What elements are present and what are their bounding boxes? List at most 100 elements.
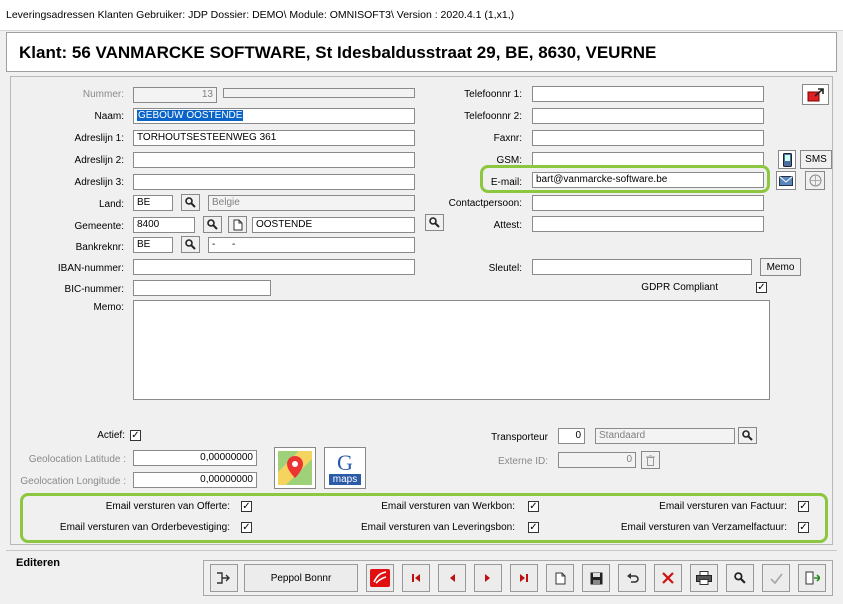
- land-search-button[interactable]: [181, 194, 200, 211]
- trash-icon: [646, 454, 655, 466]
- new-document-icon: [555, 572, 565, 584]
- gemeente-name-field[interactable]: OOSTENDE: [252, 217, 415, 233]
- gemeente-search-button[interactable]: [203, 216, 222, 233]
- last-record-button[interactable]: [510, 564, 538, 592]
- delete-button[interactable]: [654, 564, 682, 592]
- iban-label: IBAN-nummer:: [57, 263, 124, 274]
- naam-field[interactable]: GEBOUW OOSTENDE: [133, 108, 415, 124]
- google-maps-icon: [278, 451, 312, 485]
- first-record-button[interactable]: [402, 564, 430, 592]
- actief-checkbox[interactable]: ✓: [130, 430, 141, 441]
- search-icon: [742, 430, 753, 441]
- contactpersoon-field[interactable]: [532, 195, 764, 211]
- phone-button[interactable]: [778, 150, 796, 169]
- nummer-field: 13: [133, 87, 217, 103]
- contactpersoon-label: Contactpersoon:: [448, 198, 522, 209]
- naam-value: GEBOUW OOSTENDE: [137, 110, 244, 121]
- save-button[interactable]: [582, 564, 610, 592]
- next-icon: [485, 574, 490, 582]
- transporteur-name-field: Standaard: [595, 428, 735, 444]
- last-record-icon: [520, 574, 528, 582]
- search-button[interactable]: [726, 564, 754, 592]
- naam-label: Naam:: [94, 111, 124, 122]
- previous-record-button[interactable]: [438, 564, 466, 592]
- new-record-button[interactable]: [546, 564, 574, 592]
- email-factuur-checkbox[interactable]: ✓: [798, 501, 809, 512]
- bankreknr-field[interactable]: - -: [208, 237, 415, 253]
- window-title: Leveringsadressen Klanten Gebruiker: JDP…: [6, 9, 515, 21]
- transporteur-label: Transporteur: [491, 432, 548, 443]
- email-highlight-frame: [480, 165, 770, 193]
- print-button[interactable]: [690, 564, 718, 592]
- transporteur-search-button[interactable]: [738, 427, 757, 444]
- customer-header: Klant: 56 VANMARCKE SOFTWARE, St Idesbal…: [6, 32, 837, 72]
- geo-lon-label: Geolocation Longitude :: [20, 476, 126, 487]
- telefoon1-field[interactable]: [532, 86, 764, 102]
- email-werkbon-checkbox[interactable]: ✓: [528, 501, 539, 512]
- window-titlebar: Leveringsadressen Klanten Gebruiker: JDP…: [0, 0, 843, 31]
- gmaps-button[interactable]: G maps: [324, 447, 366, 489]
- email-werkbon-label: Email versturen van Werkbon:: [381, 501, 515, 512]
- bic-field[interactable]: [133, 280, 271, 296]
- bpost-button[interactable]: [366, 564, 394, 592]
- globe-icon: [809, 174, 821, 187]
- gemeente-label: Gemeente:: [74, 221, 124, 232]
- sleutel-field[interactable]: [532, 259, 752, 275]
- gmaps-g-icon: G: [337, 449, 353, 475]
- actief-label: Actief:: [97, 430, 125, 441]
- bankreknr-code-field[interactable]: BE: [133, 237, 173, 253]
- sms-button[interactable]: SMS: [800, 150, 832, 169]
- sleutel-memo-button[interactable]: Memo: [760, 258, 801, 276]
- search-icon: [734, 572, 746, 584]
- web-button[interactable]: [805, 171, 825, 190]
- peppol-button[interactable]: Peppol Bonnr: [244, 564, 358, 592]
- adreslijn1-field[interactable]: TORHOUTSESTEENWEG 361: [133, 130, 415, 146]
- adreslijn1-label: Adreslijn 1:: [74, 133, 124, 144]
- attest-field[interactable]: [532, 216, 764, 232]
- confirm-button[interactable]: [762, 564, 790, 592]
- adreslijn3-label: Adreslijn 3:: [74, 177, 124, 188]
- split-button[interactable]: [210, 564, 238, 592]
- email-offerte-checkbox[interactable]: ✓: [241, 501, 252, 512]
- export-button[interactable]: [802, 84, 829, 105]
- export-arrow-icon: [807, 87, 824, 101]
- iban-field[interactable]: [133, 259, 415, 275]
- geo-lat-label: Geolocation Latitude :: [28, 454, 126, 465]
- memo-textarea[interactable]: [133, 300, 770, 400]
- email-verzamelfactuur-checkbox[interactable]: ✓: [798, 522, 809, 533]
- land-name-field: Belgie: [208, 195, 415, 211]
- page-title: Klant: 56 VANMARCKE SOFTWARE, St Idesbal…: [19, 43, 657, 62]
- gdpr-checkbox[interactable]: ✓: [756, 282, 767, 293]
- transporteur-code-field[interactable]: 0: [558, 428, 585, 444]
- bankreknr-search-button[interactable]: [181, 236, 200, 253]
- search-icon: [207, 219, 218, 230]
- exit-button[interactable]: [798, 564, 826, 592]
- geo-lon-field[interactable]: 0,00000000: [133, 472, 257, 488]
- telefoon2-field[interactable]: [532, 108, 764, 124]
- email-factuur-label: Email versturen van Factuur:: [659, 501, 787, 512]
- externe-id-delete-button[interactable]: [641, 451, 660, 469]
- gemeente-postcode-field[interactable]: 8400: [133, 217, 195, 233]
- search-icon: [185, 197, 196, 208]
- next-record-button[interactable]: [474, 564, 502, 592]
- adreslijn3-field[interactable]: [133, 174, 415, 190]
- externe-id-field: 0: [558, 452, 636, 468]
- email-orderbevestiging-checkbox[interactable]: ✓: [241, 522, 252, 533]
- email-leveringsbon-label: Email versturen van Leveringsbon:: [361, 522, 515, 533]
- exit-door-icon: [805, 571, 820, 585]
- search-icon: [185, 239, 196, 250]
- adreslijn2-field[interactable]: [133, 152, 415, 168]
- floppy-disk-icon: [590, 572, 602, 584]
- email-leveringsbon-checkbox[interactable]: ✓: [528, 522, 539, 533]
- undo-button[interactable]: [618, 564, 646, 592]
- send-mail-button[interactable]: [776, 171, 796, 190]
- gemeente-new-button[interactable]: [228, 216, 247, 233]
- email-offerte-label: Email versturen van Offerte:: [105, 501, 230, 512]
- undo-icon: [626, 572, 639, 583]
- geo-lat-field[interactable]: 0,00000000: [133, 450, 257, 466]
- gmaps-label: maps: [328, 473, 362, 485]
- faxnr-field[interactable]: [532, 130, 764, 146]
- split-icon: [217, 572, 230, 584]
- google-maps-button[interactable]: [274, 447, 316, 489]
- land-code-field[interactable]: BE: [133, 195, 173, 211]
